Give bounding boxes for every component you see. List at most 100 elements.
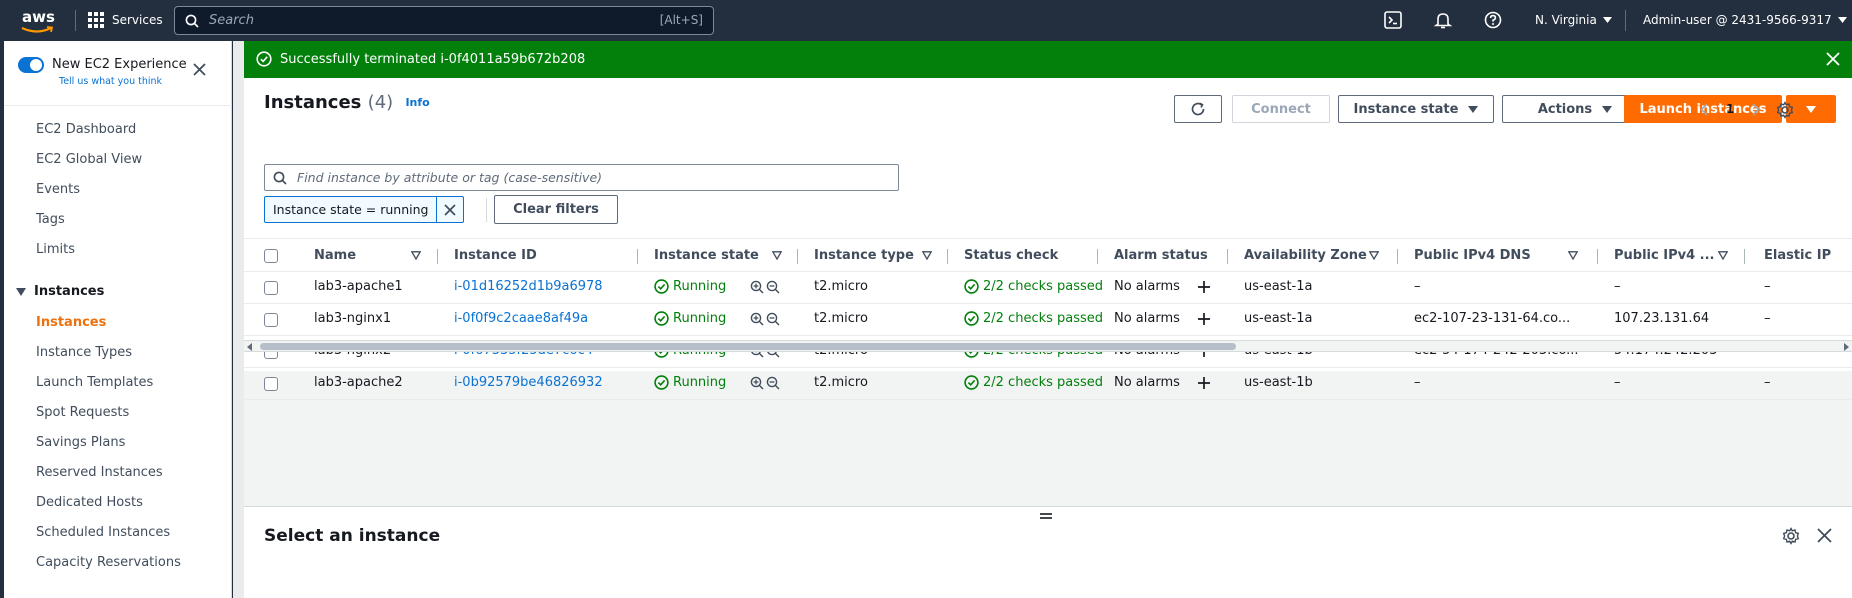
zoom-out-icon[interactable] [766, 376, 780, 390]
sidebar-item-instances[interactable]: Instances [36, 315, 106, 330]
instance-type: t2.micro [814, 279, 868, 294]
connect-button[interactable]: Connect [1232, 95, 1330, 123]
sidebar-item-ec2-dashboard[interactable]: EC2 Dashboard [36, 122, 136, 137]
account-menu[interactable]: Admin-user @ 2431-9566-9317 [1643, 13, 1847, 27]
close-icon[interactable] [1826, 52, 1840, 66]
column-header-status-check[interactable]: Status check [964, 248, 1058, 263]
check-circle-icon [654, 375, 669, 390]
column-header-elastic-ip[interactable]: Elastic IP [1764, 248, 1831, 263]
row-checkbox[interactable] [264, 313, 278, 327]
sidebar-item-spot-requests[interactable]: Spot Requests [36, 405, 129, 420]
column-header-public-ipv4[interactable]: Public IPv4 ... [1614, 248, 1714, 263]
instance-id-link[interactable]: i-01d16252d1b9a6978 [454, 279, 603, 294]
close-icon[interactable] [1817, 528, 1832, 543]
chevron-right-icon[interactable] [1752, 102, 1760, 116]
cloudshell-icon[interactable] [1384, 11, 1402, 29]
sidebar-section-instances[interactable]: Instances [16, 284, 104, 299]
add-alarm-icon[interactable] [1197, 312, 1211, 326]
table-row[interactable]: lab3-apache2 i-0b92579be46826932 Running… [244, 368, 1852, 400]
sort-icon[interactable] [1568, 251, 1578, 260]
clear-filters-button[interactable]: Clear filters [494, 195, 618, 224]
column-divider[interactable] [947, 249, 948, 264]
instance-search-input[interactable]: Find instance by attribute or tag (case-… [264, 164, 899, 191]
instance-id-link[interactable]: i-0b92579be46826932 [454, 375, 603, 390]
sidebar-item-tags[interactable]: Tags [36, 212, 65, 227]
column-header-name[interactable]: Name [314, 248, 356, 263]
drag-handle-icon[interactable] [1039, 512, 1053, 520]
row-checkbox[interactable] [264, 281, 278, 295]
scrollbar-thumb[interactable] [260, 343, 1236, 350]
sidebar-item-scheduled-instances[interactable]: Scheduled Instances [36, 525, 170, 540]
column-divider[interactable] [797, 249, 798, 264]
info-link[interactable]: Info [405, 96, 429, 109]
instance-name: lab3-nginx1 [314, 311, 392, 326]
sidebar: New EC2 Experience Tell us what you thin… [4, 41, 232, 598]
column-divider[interactable] [1744, 249, 1745, 264]
settings-gear-icon[interactable] [1776, 101, 1794, 119]
column-header-availability-zone[interactable]: Availability Zone [1244, 248, 1367, 263]
sidebar-item-events[interactable]: Events [36, 182, 80, 197]
column-divider[interactable] [1397, 249, 1398, 264]
sidebar-item-capacity-reservations[interactable]: Capacity Reservations [36, 555, 181, 570]
remove-filter-button[interactable] [437, 197, 463, 222]
notifications-bell-icon[interactable] [1434, 11, 1452, 29]
column-header-instance-id[interactable]: Instance ID [454, 248, 537, 263]
sort-icon[interactable] [772, 251, 782, 260]
instance-state-dropdown[interactable]: Instance state [1338, 95, 1494, 123]
add-alarm-icon[interactable] [1197, 376, 1211, 390]
add-alarm-icon[interactable] [1197, 280, 1211, 294]
sort-icon[interactable] [922, 251, 932, 260]
sidebar-item-dedicated-hosts[interactable]: Dedicated Hosts [36, 495, 143, 510]
column-divider[interactable] [1597, 249, 1598, 264]
feedback-link[interactable]: Tell us what you think [59, 76, 162, 87]
scroll-right-icon[interactable] [1843, 343, 1849, 351]
column-divider[interactable] [637, 249, 638, 264]
column-divider[interactable] [437, 249, 438, 264]
column-divider[interactable] [1097, 249, 1098, 264]
scroll-left-icon[interactable] [247, 343, 253, 351]
close-icon[interactable] [193, 63, 206, 76]
column-header-alarm-status[interactable]: Alarm status [1114, 248, 1208, 263]
help-icon[interactable] [1484, 11, 1502, 29]
sidebar-item-ec2-global-view[interactable]: EC2 Global View [36, 152, 142, 167]
instance-type: t2.micro [814, 375, 868, 390]
refresh-button[interactable] [1174, 95, 1222, 123]
select-all-checkbox[interactable] [264, 249, 278, 263]
column-header-instance-type[interactable]: Instance type [814, 248, 914, 263]
check-circle-icon [256, 51, 272, 67]
detail-panel-title: Select an instance [264, 526, 441, 546]
sidebar-item-launch-templates[interactable]: Launch Templates [36, 375, 153, 390]
services-menu-button[interactable]: Services [88, 12, 163, 28]
table-row[interactable]: lab3-apache1 i-01d16252d1b9a6978 Running… [244, 272, 1852, 304]
page-number[interactable]: 1 [1726, 102, 1734, 116]
zoom-in-icon[interactable] [750, 280, 764, 294]
sidebar-item-limits[interactable]: Limits [36, 242, 75, 257]
instance-id-link[interactable]: i-0f0f9c2caae8af49a [454, 311, 588, 326]
sort-icon[interactable] [1369, 251, 1379, 260]
table-row[interactable]: lab3-nginx1 i-0f0f9c2caae8af49a Running … [244, 304, 1852, 336]
sidebar-item-instance-types[interactable]: Instance Types [36, 345, 132, 360]
sidebar-scrollbar[interactable] [233, 41, 244, 598]
row-checkbox[interactable] [264, 377, 278, 391]
table-horizontal-scrollbar[interactable] [244, 340, 1852, 352]
aws-logo[interactable]: aws [20, 8, 60, 34]
zoom-in-icon[interactable] [750, 312, 764, 326]
zoom-in-icon[interactable] [750, 376, 764, 390]
sidebar-item-reserved-instances[interactable]: Reserved Instances [36, 465, 163, 480]
zoom-out-icon[interactable] [766, 312, 780, 326]
sort-icon[interactable] [1718, 251, 1728, 260]
zoom-out-icon[interactable] [766, 280, 780, 294]
global-search-input[interactable]: Search [Alt+S] [174, 6, 714, 35]
chevron-left-icon[interactable] [1700, 102, 1708, 116]
filter-token-label[interactable]: Instance state = running [265, 197, 438, 222]
new-experience-toggle[interactable] [18, 57, 44, 73]
column-divider[interactable] [1227, 249, 1228, 264]
status-check-value: 2/2 checks passed [983, 375, 1104, 390]
column-header-public-ipv4-dns[interactable]: Public IPv4 DNS [1414, 248, 1531, 263]
sort-icon[interactable] [411, 251, 421, 260]
sidebar-item-savings-plans[interactable]: Savings Plans [36, 435, 125, 450]
instance-state-cell: Running [654, 311, 726, 326]
settings-gear-icon[interactable] [1782, 527, 1800, 545]
column-header-instance-state[interactable]: Instance state [654, 248, 759, 263]
region-selector[interactable]: N. Virginia [1535, 13, 1612, 27]
